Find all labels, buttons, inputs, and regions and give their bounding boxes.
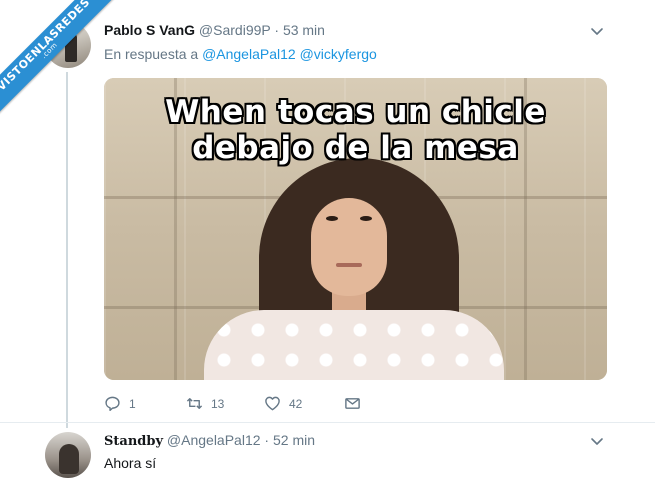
user-name[interactable]: Standby (104, 434, 163, 449)
meme-caption-line: When tocas un chicle (165, 94, 546, 130)
retweet-count: 13 (211, 396, 225, 411)
retweet-icon (186, 398, 203, 409)
tweet-divider (0, 422, 655, 423)
tweet-header: Pablo S VanG @Sardi99P · 53 min (104, 22, 325, 38)
separator: · (264, 432, 270, 448)
retweet-button[interactable]: 13 (186, 395, 224, 412)
tweet-text: Ahora sí (104, 455, 157, 471)
user-handle[interactable]: @Sardi99P (199, 22, 271, 38)
mention-link[interactable]: @vickyfergo (300, 46, 377, 62)
envelope-icon (345, 398, 360, 409)
meme-caption: When tocas un chicle debajo de la mesa (104, 94, 607, 166)
user-handle[interactable]: @AngelaPal12 (167, 432, 261, 448)
watermark-sub: .com (39, 40, 60, 61)
heart-icon (265, 396, 280, 411)
meme-caption-line: debajo de la mesa (192, 130, 519, 166)
watermark-text: VISTOENLASREDES .com (0, 0, 119, 120)
direct-message-button[interactable] (344, 395, 369, 412)
separator: · (274, 22, 280, 38)
like-button[interactable]: 42 (264, 395, 302, 412)
chevron-down-icon[interactable] (590, 434, 604, 448)
reply-button[interactable]: 1 (104, 395, 136, 412)
tweet-timestamp[interactable]: 52 min (273, 432, 315, 448)
like-count: 42 (289, 396, 303, 411)
tweet-timestamp[interactable]: 53 min (283, 22, 325, 38)
mention-link[interactable]: @AngelaPal12 (202, 46, 296, 62)
reply-icon (105, 396, 120, 412)
reply-count: 1 (129, 396, 136, 411)
reply-header: Standby @AngelaPal12 · 52 min (104, 432, 315, 449)
tweet-media-image[interactable]: When tocas un chicle debajo de la mesa (104, 78, 607, 380)
reply-context: En respuesta a @AngelaPal12 @vickyfergo (104, 46, 377, 62)
chevron-down-icon[interactable] (590, 24, 604, 38)
avatar[interactable] (45, 432, 91, 478)
watermark-ribbon: VISTOENLASREDES .com (0, 0, 130, 130)
